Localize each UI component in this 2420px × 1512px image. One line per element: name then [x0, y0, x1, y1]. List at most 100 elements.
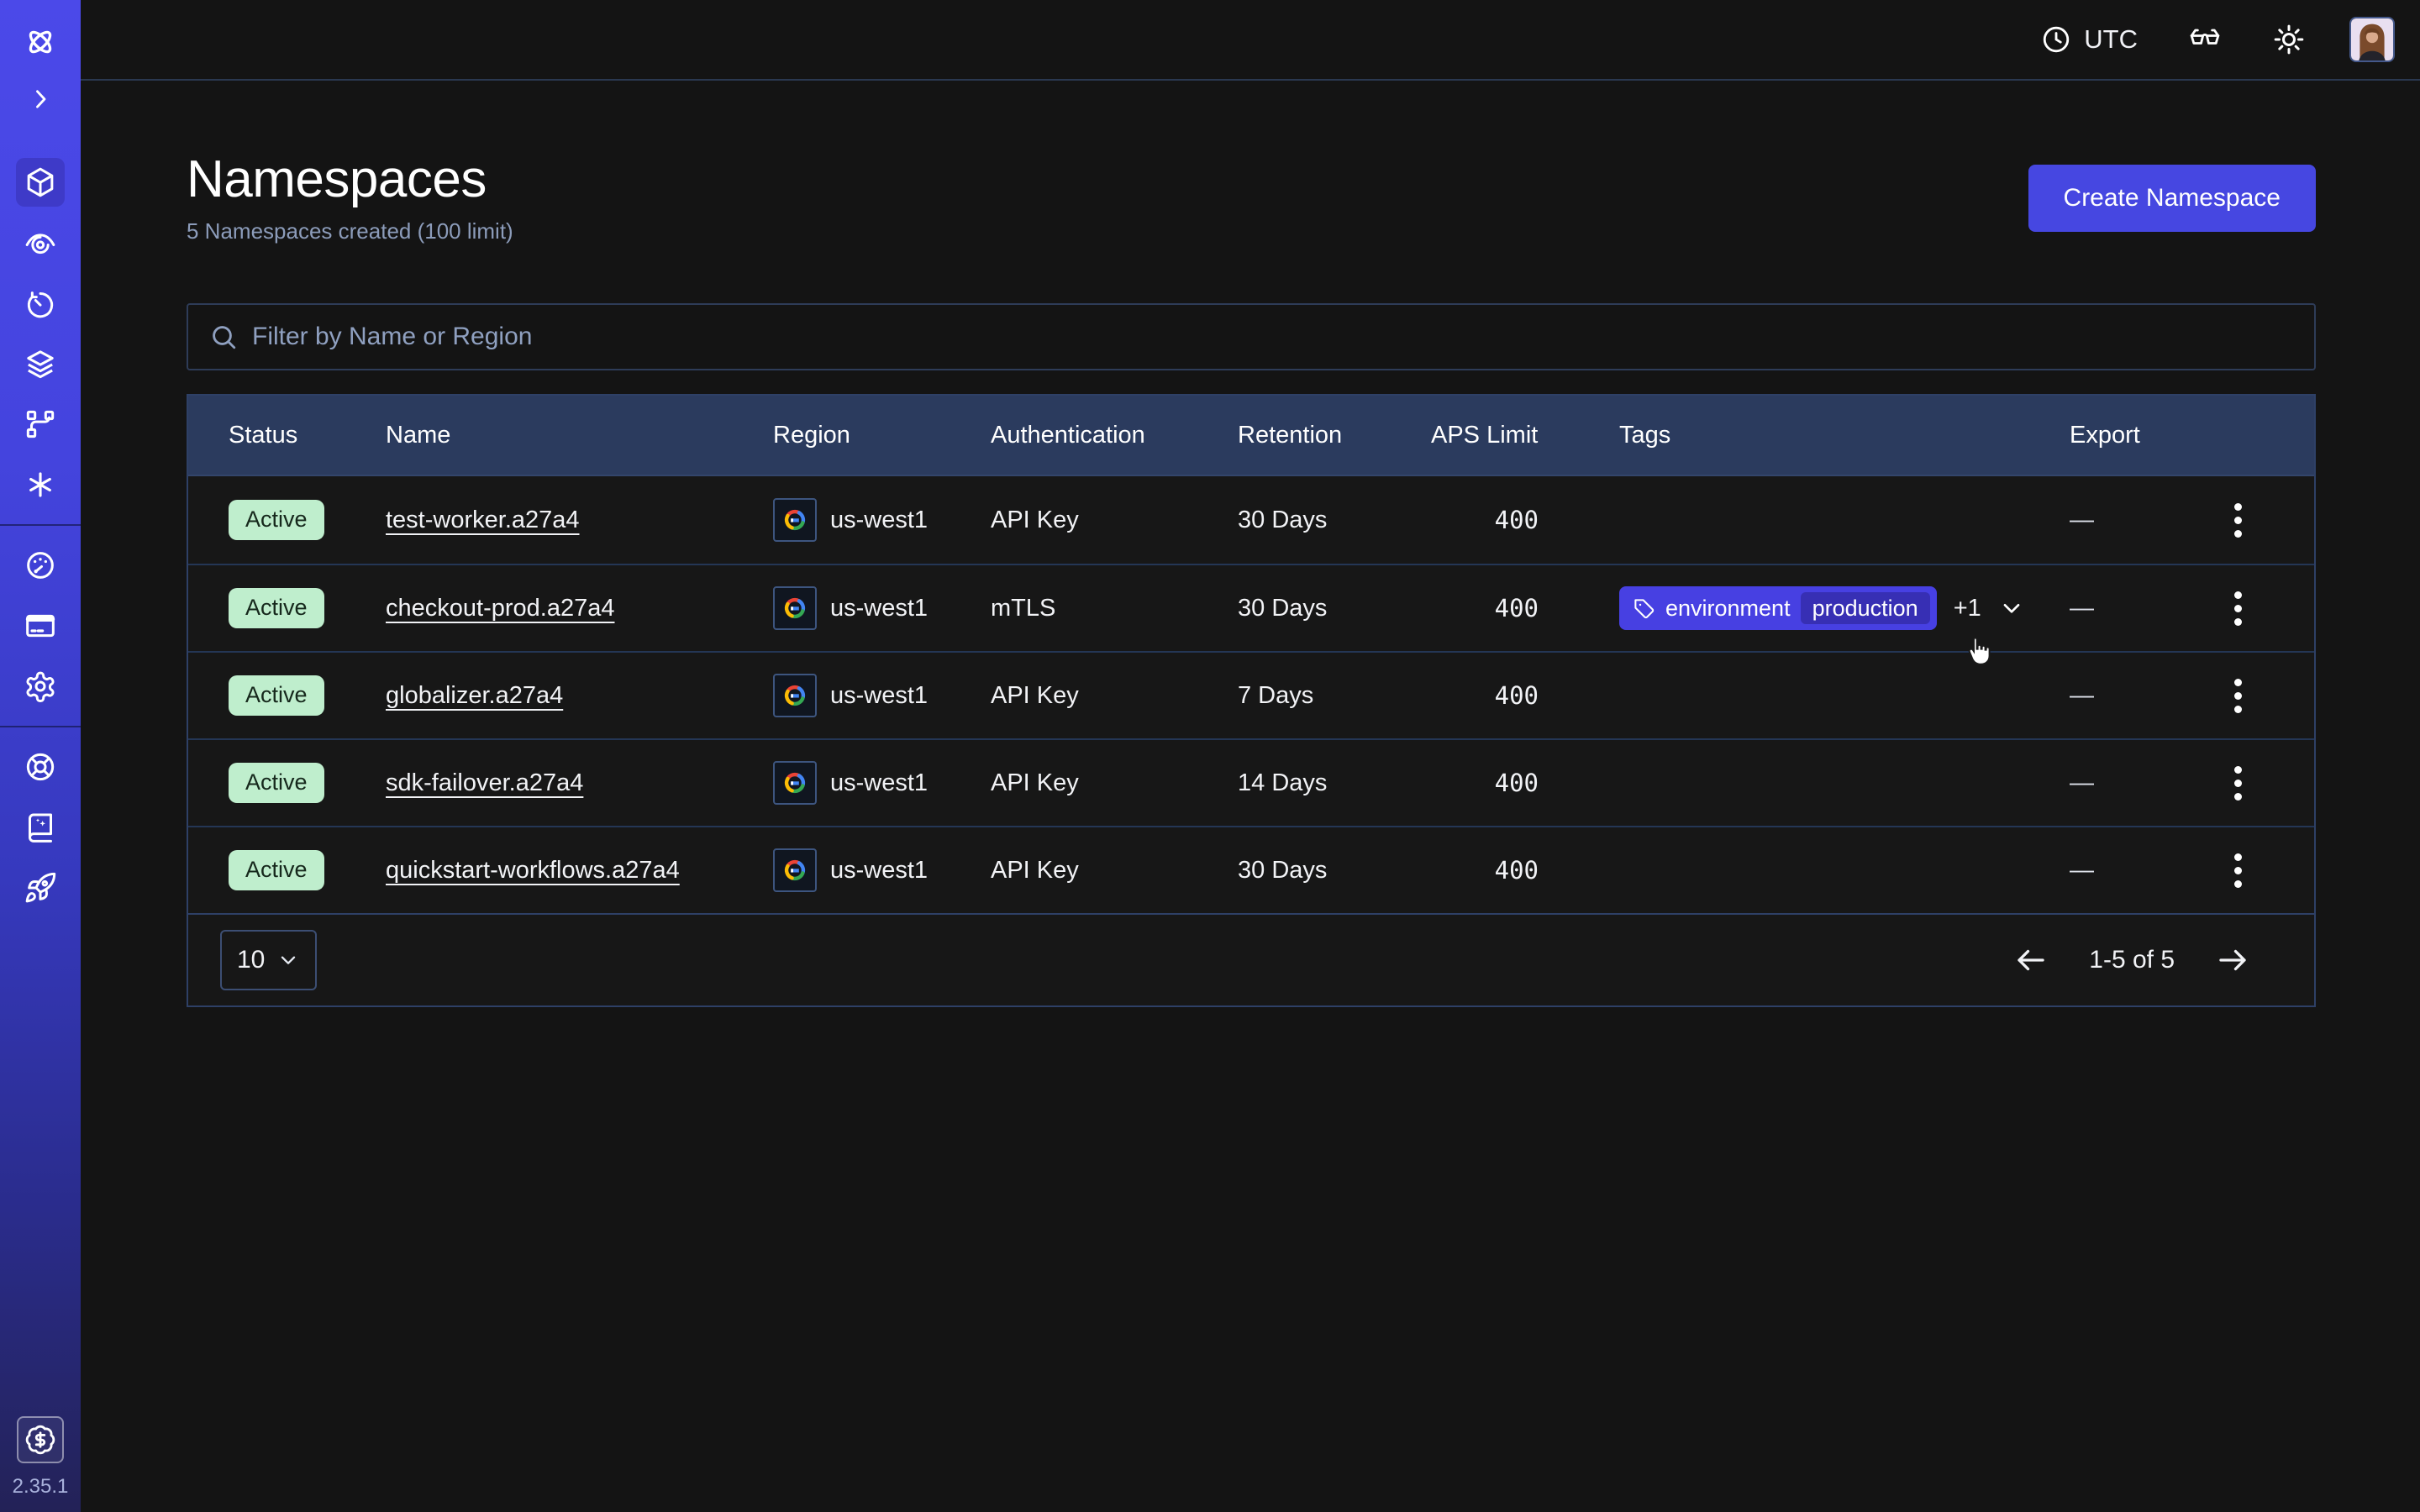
timezone-selector[interactable]: UTC [2040, 24, 2138, 55]
region-label: us-west1 [830, 857, 928, 885]
aps-limit-value: 400 [1431, 594, 1619, 622]
table-row: Active test-worker.a27a4 us-west1 API Ke… [188, 476, 2314, 564]
book-sparkles-icon [24, 811, 57, 844]
sidebar-item-namespaces[interactable] [16, 158, 65, 207]
page-subtitle: 5 Namespaces created (100 limit) [187, 218, 513, 244]
aps-limit-value: 400 [1431, 856, 1619, 885]
aps-limit-value: 400 [1431, 769, 1619, 797]
row-actions-menu-button[interactable] [2228, 672, 2249, 720]
avatar-image [2351, 18, 2393, 60]
table-row: Active quickstart-workflows.a27a4 us-wes… [188, 826, 2314, 913]
rocket-icon [24, 871, 57, 905]
status-badge: Active [229, 588, 324, 628]
app-version: 2.35.1 [13, 1475, 69, 1499]
region-label: us-west1 [830, 595, 928, 622]
main-content: Namespaces 5 Namespaces created (100 lim… [81, 81, 2420, 1512]
column-header-export: Export [2070, 422, 2314, 449]
row-actions-menu-button[interactable] [2228, 585, 2249, 633]
sidebar-divider [0, 524, 81, 526]
page-size-value: 10 [237, 946, 265, 974]
aps-limit-value: 400 [1431, 506, 1619, 534]
sidebar-expand-button[interactable] [22, 81, 59, 118]
tag-key: environment [1665, 596, 1791, 622]
gcp-icon [781, 856, 809, 885]
status-badge: Active [229, 763, 324, 803]
pricing-button[interactable] [17, 1416, 64, 1463]
column-header-name: Name [386, 422, 773, 449]
next-page-button[interactable] [2215, 942, 2250, 978]
badge-dollar-icon [24, 1424, 56, 1456]
sidebar-item-nexus[interactable] [16, 460, 65, 509]
gauge-icon [24, 549, 57, 582]
retention-value: 7 Days [1238, 682, 1431, 710]
authentication-value: API Key [991, 682, 1238, 710]
authentication-value: mTLS [991, 595, 1238, 622]
sidebar-item-support[interactable] [16, 743, 65, 791]
row-actions-menu-button[interactable] [2228, 496, 2249, 544]
table-footer: 10 1-5 of 5 [188, 913, 2314, 1005]
sidebar-item-billing[interactable] [16, 601, 65, 650]
topbar: UTC [81, 0, 2420, 81]
export-value: — [2070, 769, 2094, 797]
authentication-value: API Key [991, 857, 1238, 885]
namespace-link[interactable]: quickstart-workflows.a27a4 [386, 857, 680, 884]
namespace-link[interactable]: test-worker.a27a4 [386, 507, 580, 533]
layers-icon [24, 347, 57, 381]
retention-value: 30 Days [1238, 595, 1431, 622]
status-badge: Active [229, 850, 324, 890]
export-value: — [2070, 507, 2094, 534]
gcp-icon [781, 769, 809, 797]
sidebar-item-workflows[interactable] [16, 218, 65, 267]
user-avatar[interactable] [2349, 17, 2395, 62]
sidebar-item-deployments[interactable] [16, 400, 65, 449]
table-row: Active checkout-prod.a27a4 us-west1 mTLS… [188, 564, 2314, 651]
row-actions-menu-button[interactable] [2228, 759, 2249, 807]
export-value: — [2070, 595, 2094, 622]
timer-icon [24, 286, 57, 320]
filter-input[interactable] [252, 323, 2294, 351]
sidebar: 2.35.1 [0, 0, 81, 1512]
sidebar-item-schedules[interactable] [16, 279, 65, 328]
namespace-link[interactable]: sdk-failover.a27a4 [386, 769, 583, 796]
chevron-down-icon [1998, 595, 2025, 622]
tag-expand-button[interactable] [1998, 595, 2025, 622]
sidebar-item-batch-operations[interactable] [16, 339, 65, 388]
retention-value: 30 Days [1238, 507, 1431, 534]
column-header-status: Status [229, 422, 386, 449]
gear-icon [24, 669, 57, 703]
create-namespace-button[interactable]: Create Namespace [2028, 165, 2316, 232]
table-row: Active sdk-failover.a27a4 us-west1 API K… [188, 738, 2314, 826]
column-header-region: Region [773, 422, 991, 449]
gcp-icon [781, 681, 809, 710]
namespaces-table: Status Name Region Authentication Retent… [187, 394, 2316, 1007]
accessibility-button[interactable] [2188, 23, 2222, 56]
column-header-tags: Tags [1619, 422, 2070, 449]
tag-pill[interactable]: environment production [1619, 586, 1937, 630]
table-header-row: Status Name Region Authentication Retent… [188, 396, 2314, 476]
column-header-authentication: Authentication [991, 422, 1238, 449]
pagination-range-label: 1-5 of 5 [2089, 946, 2175, 974]
cube-icon [24, 165, 57, 199]
workflows-icon [24, 226, 57, 260]
region-label: us-west1 [830, 682, 928, 710]
sidebar-item-settings[interactable] [16, 662, 65, 711]
sidebar-item-usage[interactable] [16, 541, 65, 590]
table-row: Active globalizer.a27a4 us-west1 API Key… [188, 651, 2314, 738]
theme-toggle-button[interactable] [2272, 23, 2306, 56]
namespace-link[interactable]: globalizer.a27a4 [386, 682, 563, 709]
search-icon [208, 322, 239, 352]
temporal-logo-icon[interactable] [20, 22, 60, 62]
column-header-aps-limit: APS Limit [1431, 422, 1619, 449]
page-size-select[interactable]: 10 [220, 930, 317, 990]
status-badge: Active [229, 500, 324, 540]
retention-value: 30 Days [1238, 857, 1431, 885]
arrow-right-icon [2215, 942, 2250, 978]
row-actions-menu-button[interactable] [2228, 847, 2249, 895]
gcp-icon [781, 594, 809, 622]
retention-value: 14 Days [1238, 769, 1431, 797]
previous-page-button[interactable] [2013, 942, 2049, 978]
tag-icon [1633, 597, 1655, 620]
namespace-link[interactable]: checkout-prod.a27a4 [386, 595, 614, 622]
sidebar-item-getting-started[interactable] [16, 864, 65, 912]
sidebar-item-docs[interactable] [16, 803, 65, 852]
